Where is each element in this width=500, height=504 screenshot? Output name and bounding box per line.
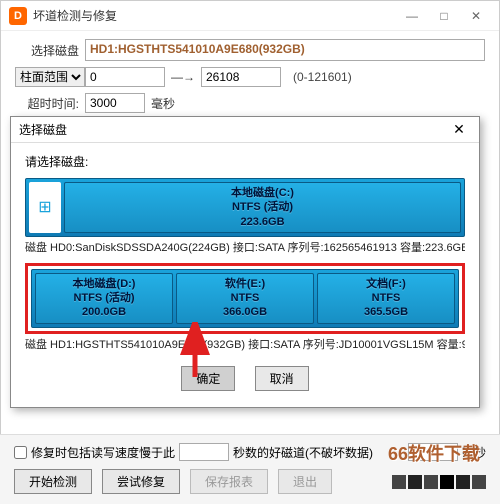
repair-text-b: 秒数的好磁道(不破坏数据) xyxy=(233,444,373,461)
windows-logo-icon: ⊞ xyxy=(29,182,61,233)
range-to-input[interactable] xyxy=(201,67,281,87)
start-detect-button[interactable]: 开始检测 xyxy=(14,469,92,494)
timeout-input[interactable] xyxy=(85,93,145,113)
dialog-title: 选择磁盘 xyxy=(19,121,447,138)
partition-d[interactable]: 本地磁盘(D:) NTFS (活动) 200.0GB xyxy=(35,273,173,324)
repair-ms-unit: 毫秒 xyxy=(462,444,486,461)
selected-disk-highlight: 本地磁盘(D:) NTFS (活动) 200.0GB 软件(E:) NTFS 3… xyxy=(25,263,465,334)
bottom-panel: 修复时包括读写速度慢于此 秒数的好磁道(不破坏数据) 毫秒 开始检测 尝试修复 … xyxy=(0,434,500,504)
ok-button[interactable]: 确定 xyxy=(181,366,235,391)
cylinder-range-select[interactable]: 柱面范围 xyxy=(15,67,85,87)
close-button[interactable]: ✕ xyxy=(461,6,491,26)
maximize-button[interactable]: □ xyxy=(429,6,459,26)
dialog-titlebar: 选择磁盘 ✕ xyxy=(11,117,479,143)
select-disk-label: 选择磁盘 xyxy=(15,42,85,59)
timeout-unit: 毫秒 xyxy=(151,95,175,112)
partition-c[interactable]: 本地磁盘(C:) NTFS (活动) 223.6GB xyxy=(64,182,461,233)
timeout-label: 超时时间: xyxy=(15,95,85,112)
pager-dots xyxy=(392,475,486,489)
cancel-button[interactable]: 取消 xyxy=(255,366,309,391)
disk0-band[interactable]: ⊞ 本地磁盘(C:) NTFS (活动) 223.6GB xyxy=(25,178,465,237)
range-arrow-icon: —→ xyxy=(171,70,195,84)
range-from-input[interactable] xyxy=(85,67,165,87)
partition-f[interactable]: 文档(F:) NTFS 365.5GB xyxy=(317,273,455,324)
disk1-band[interactable]: 本地磁盘(D:) NTFS (活动) 200.0GB 软件(E:) NTFS 3… xyxy=(31,269,459,328)
select-disk-dialog: 选择磁盘 ✕ 请选择磁盘: ⊞ 本地磁盘(C:) NTFS (活动) 223.6… xyxy=(10,116,480,408)
try-repair-button[interactable]: 尝试修复 xyxy=(102,469,180,494)
disk1-info: 磁盘 HD1:HGSTHTS541010A9E680(932GB) 接口:SAT… xyxy=(25,336,465,352)
main-titlebar: D 坏道检测与修复 — □ ✕ xyxy=(1,1,499,31)
partition-e[interactable]: 软件(E:) NTFS 366.0GB xyxy=(176,273,314,324)
dialog-close-button[interactable]: ✕ xyxy=(447,120,471,140)
app-logo-icon: D xyxy=(9,7,27,25)
save-report-button: 保存报表 xyxy=(190,469,268,494)
selected-disk-display[interactable]: HD1:HGSTHTS541010A9E680(932GB) xyxy=(85,39,485,61)
repair-include-checkbox[interactable] xyxy=(14,446,27,459)
main-title: 坏道检测与修复 xyxy=(33,7,397,24)
repair-threshold-input[interactable] xyxy=(179,443,229,461)
range-hint: (0-121601) xyxy=(293,70,352,84)
repair-ms-input[interactable] xyxy=(408,443,458,461)
dialog-prompt: 请选择磁盘: xyxy=(25,153,465,170)
exit-button: 退出 xyxy=(278,469,332,494)
disk0-info: 磁盘 HD0:SanDiskSDSSDA240G(224GB) 接口:SATA … xyxy=(25,239,465,255)
repair-text-a: 修复时包括读写速度慢于此 xyxy=(31,444,175,461)
minimize-button[interactable]: — xyxy=(397,6,427,26)
